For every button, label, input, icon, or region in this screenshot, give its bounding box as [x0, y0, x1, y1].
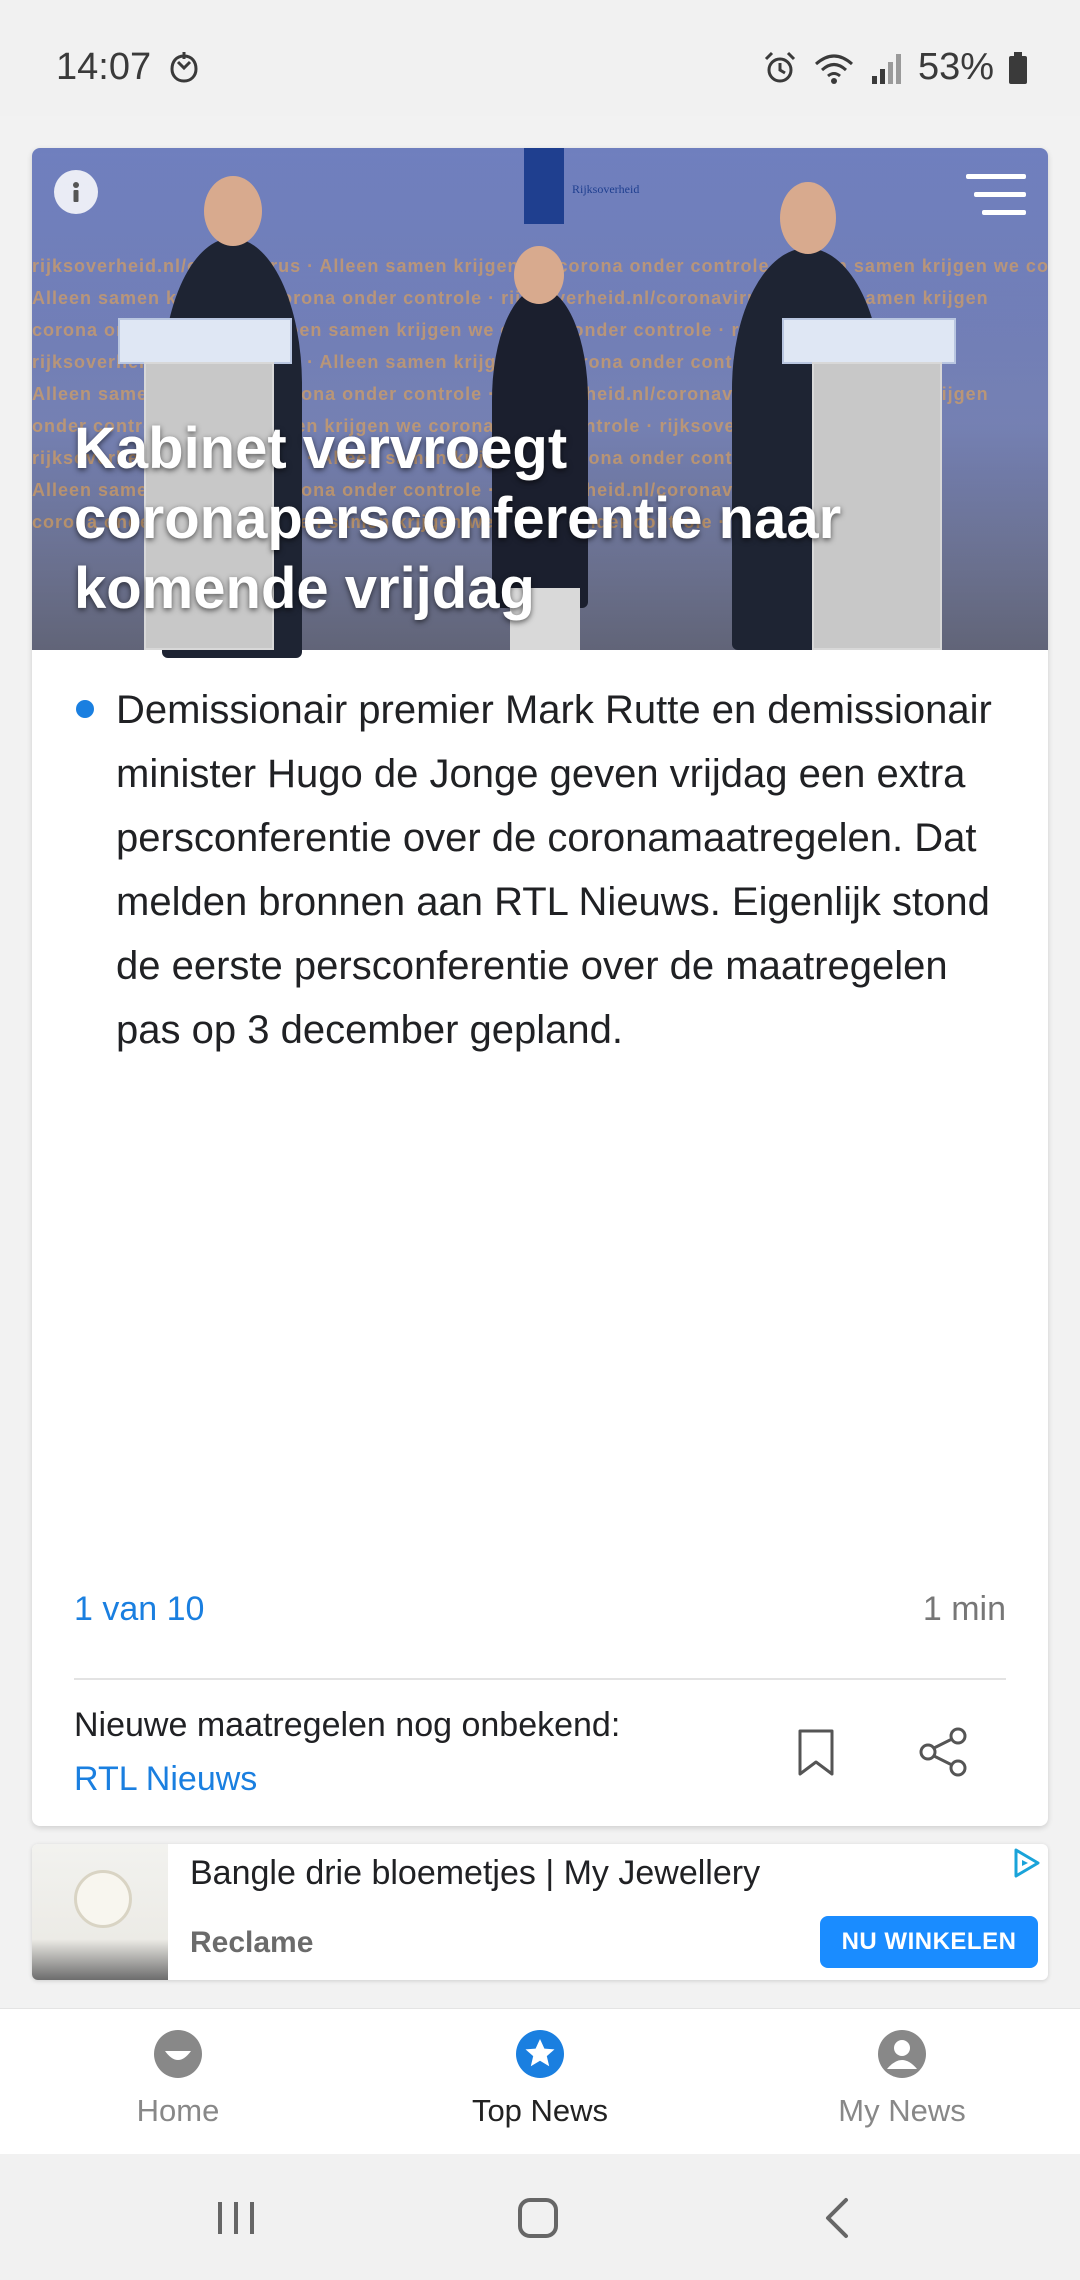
status-bar: 14:07 53% [0, 0, 1080, 116]
nav-top-news-label: Top News [471, 2093, 609, 2128]
alarm-icon [764, 51, 795, 82]
article-counter: 1 van 10 [74, 1590, 205, 1628]
government-emblem [524, 148, 564, 224]
menu-icon[interactable] [964, 168, 1028, 220]
back-icon[interactable] [808, 2188, 868, 2248]
article-title[interactable]: Kabinet vervroegt coronapersconferentie … [74, 414, 1004, 624]
ad-label: Reclame [190, 1926, 314, 1959]
podium-left-panel [118, 318, 292, 364]
divider [74, 1678, 1006, 1680]
nav-my-news-label: My News [838, 2093, 966, 2128]
podium-right-panel [782, 318, 956, 364]
nav-home-label: Home [136, 2093, 220, 2128]
adchoices-icon[interactable] [1008, 1846, 1044, 1880]
share-icon[interactable] [918, 1726, 970, 1778]
ad-title[interactable]: Bangle drie bloemetjes | My Jewellery [190, 1854, 760, 1893]
info-icon[interactable] [54, 170, 98, 214]
star-icon [516, 2030, 564, 2078]
status-time: 14:07 [56, 46, 152, 88]
article-card[interactable]: rijksoverheid.nl/coronavirus · Alleen sa… [32, 148, 1048, 1826]
article-summary: Demissionair premier Mark Rutte en demis… [116, 688, 992, 1052]
nav-home[interactable]: Home [28, 2009, 328, 2155]
signal-icon [871, 53, 901, 84]
bottom-navigation: Home Top News My News [0, 2008, 1080, 2155]
recent-apps-icon[interactable] [206, 2188, 266, 2248]
summary-bullet [76, 700, 94, 718]
read-time: 1 min [922, 1590, 1006, 1628]
wifi-icon [814, 54, 853, 84]
nav-my-news[interactable]: My News [752, 2009, 1052, 2155]
ad-bangle-image [74, 1870, 132, 1928]
government-emblem-label: Rijksoverheid [572, 182, 640, 196]
status-indicators: 53% [762, 46, 1028, 89]
battery-icon [1009, 51, 1027, 84]
source-link[interactable]: RTL Nieuws [74, 1760, 257, 1799]
battery-percentage: 53% [917, 46, 994, 88]
sign-interpreter-head [514, 246, 564, 304]
system-navigation-bar [0, 2154, 1080, 2280]
app-notification-icon [170, 52, 198, 83]
source-headline[interactable]: Nieuwe maatregelen nog onbekend: [74, 1706, 620, 1745]
profile-icon [878, 2030, 926, 2078]
ad-banner[interactable]: Bangle drie bloemetjes | My Jewellery Re… [32, 1844, 1048, 1980]
speaker-left-head [204, 176, 262, 246]
ad-product-image[interactable] [32, 1844, 168, 1980]
home-button-icon[interactable] [508, 2188, 568, 2248]
speaker-right-head [780, 182, 836, 254]
ad-cta-button[interactable]: NU WINKELEN [820, 1916, 1038, 1968]
home-smile-icon [154, 2030, 202, 2078]
bookmark-icon[interactable] [796, 1728, 836, 1778]
nav-top-news[interactable]: Top News [390, 2009, 690, 2155]
article-hero-image[interactable]: rijksoverheid.nl/coronavirus · Alleen sa… [32, 148, 1048, 658]
